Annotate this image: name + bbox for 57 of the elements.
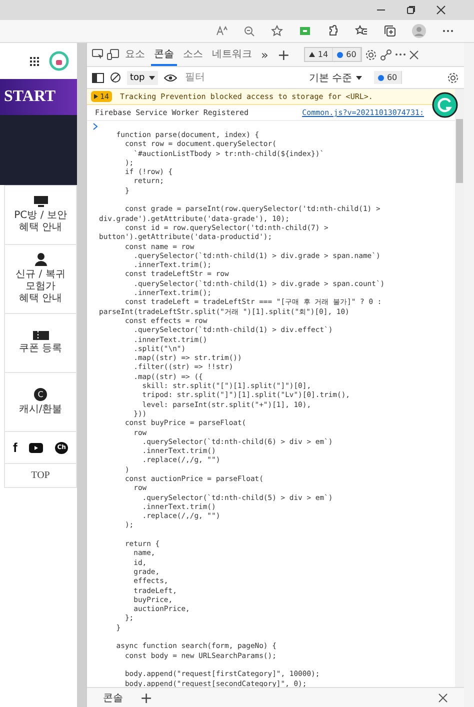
devtools-tab[interactable]: 네트워크	[209, 43, 255, 66]
log-level-dropdown[interactable]: 기본 수준	[302, 70, 368, 86]
quick-menu-item[interactable]: PC방 / 보안 혜택 안내	[5, 186, 76, 245]
inspect-icon[interactable]	[92, 49, 104, 60]
more-icon[interactable]	[442, 29, 454, 33]
info-count-button[interactable]: 60	[333, 48, 362, 61]
star-icon[interactable]	[271, 25, 283, 37]
logo-icon[interactable]	[49, 51, 69, 71]
devtools-tab[interactable]: 콘솔	[151, 43, 177, 66]
puzzle-icon[interactable]	[327, 25, 339, 37]
device-icon[interactable]	[107, 49, 119, 60]
info-dot-icon	[337, 52, 344, 58]
collections-icon[interactable]	[384, 25, 396, 37]
close-icon[interactable]	[409, 50, 420, 60]
warning-triangle-icon	[308, 52, 315, 57]
screen-extension-icon[interactable]	[299, 26, 311, 36]
caret-icon	[148, 76, 155, 80]
close-icon[interactable]	[438, 692, 448, 702]
monitor-icon	[34, 196, 48, 207]
more-options-icon[interactable]	[395, 53, 406, 56]
person-icon	[34, 253, 46, 266]
eye-icon[interactable]	[164, 74, 177, 82]
warning-count-button[interactable]: 14	[304, 48, 334, 61]
prompt-chevron-icon	[93, 123, 98, 130]
devtools-tab[interactable]: 요소	[122, 43, 148, 66]
drawer-tab[interactable]: 콘솔	[97, 690, 129, 706]
coin-icon: C	[34, 388, 47, 401]
favorites-icon[interactable]	[355, 25, 368, 37]
start-banner[interactable]: START	[0, 79, 77, 115]
caret-icon	[356, 76, 362, 80]
settings-icon[interactable]	[365, 48, 378, 60]
restore-icon[interactable]	[406, 5, 416, 15]
apps-grid-icon[interactable]	[30, 56, 39, 66]
quick-menu-item[interactable]: C 캐시/환불	[5, 373, 76, 432]
floating-assistant-icon[interactable]	[432, 92, 458, 118]
clear-console-icon[interactable]	[110, 72, 121, 83]
info-dot-icon	[378, 74, 384, 80]
devtools-tab[interactable]: 소스	[180, 43, 206, 66]
close-icon[interactable]	[436, 5, 446, 15]
social-link[interactable]: f	[12, 440, 18, 455]
zoom-icon[interactable]	[244, 26, 255, 36]
info-count-button[interactable]: 60	[374, 71, 402, 84]
video-play-icon[interactable]	[29, 442, 44, 452]
sidebar-toggle-icon[interactable]	[92, 72, 104, 82]
settings-icon[interactable]	[447, 72, 459, 84]
more-tabs-button[interactable]: »	[258, 48, 272, 62]
context-dropdown[interactable]: top	[127, 70, 158, 84]
avatar-icon[interactable]	[412, 24, 426, 38]
read-aloud-icon[interactable]	[216, 26, 228, 36]
ticket-icon	[32, 331, 48, 340]
connection-icon[interactable]	[380, 48, 392, 60]
add-drawer-tab-button[interactable]: +	[137, 688, 156, 706]
page-scrollbar[interactable]	[77, 43, 86, 707]
quick-menu-item[interactable]: 쿠폰 등록	[5, 314, 76, 373]
console-scrollbar[interactable]	[455, 89, 464, 687]
quick-menu-item[interactable]: 신규 / 복귀 모험가 혜택 안내	[5, 245, 76, 314]
add-tab-button[interactable]: +	[274, 46, 293, 64]
